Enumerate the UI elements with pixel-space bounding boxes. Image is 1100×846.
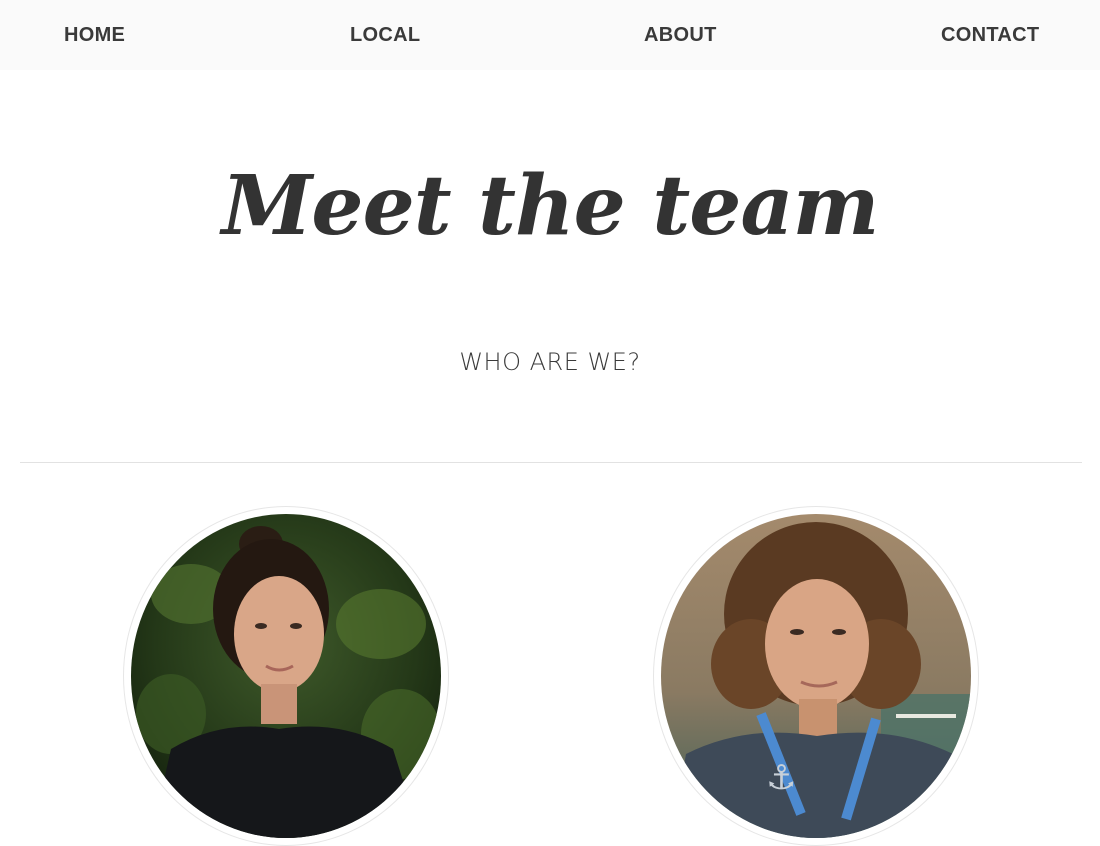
page-subtitle: WHO ARE WE? <box>459 348 641 376</box>
woman-portrait-photo <box>131 514 441 838</box>
page-title: Meet the team <box>221 158 880 254</box>
team-member-card <box>123 506 449 846</box>
top-navbar: HOME LOCAL ABOUT CONTACT <box>0 0 1100 70</box>
nav-link-home[interactable]: HOME <box>64 24 125 47</box>
team-member-card: ⚓ <box>653 506 979 846</box>
svg-text:⚓: ⚓ <box>766 758 796 798</box>
section-divider <box>20 462 1082 463</box>
man-portrait-photo: ⚓ <box>661 514 971 838</box>
nav-link-local[interactable]: LOCAL <box>350 24 420 47</box>
nav-link-contact[interactable]: CONTACT <box>941 24 1039 47</box>
nav-link-about[interactable]: ABOUT <box>644 24 717 47</box>
woman-portrait-image <box>131 514 441 838</box>
man-portrait-image: ⚓ <box>661 514 971 838</box>
